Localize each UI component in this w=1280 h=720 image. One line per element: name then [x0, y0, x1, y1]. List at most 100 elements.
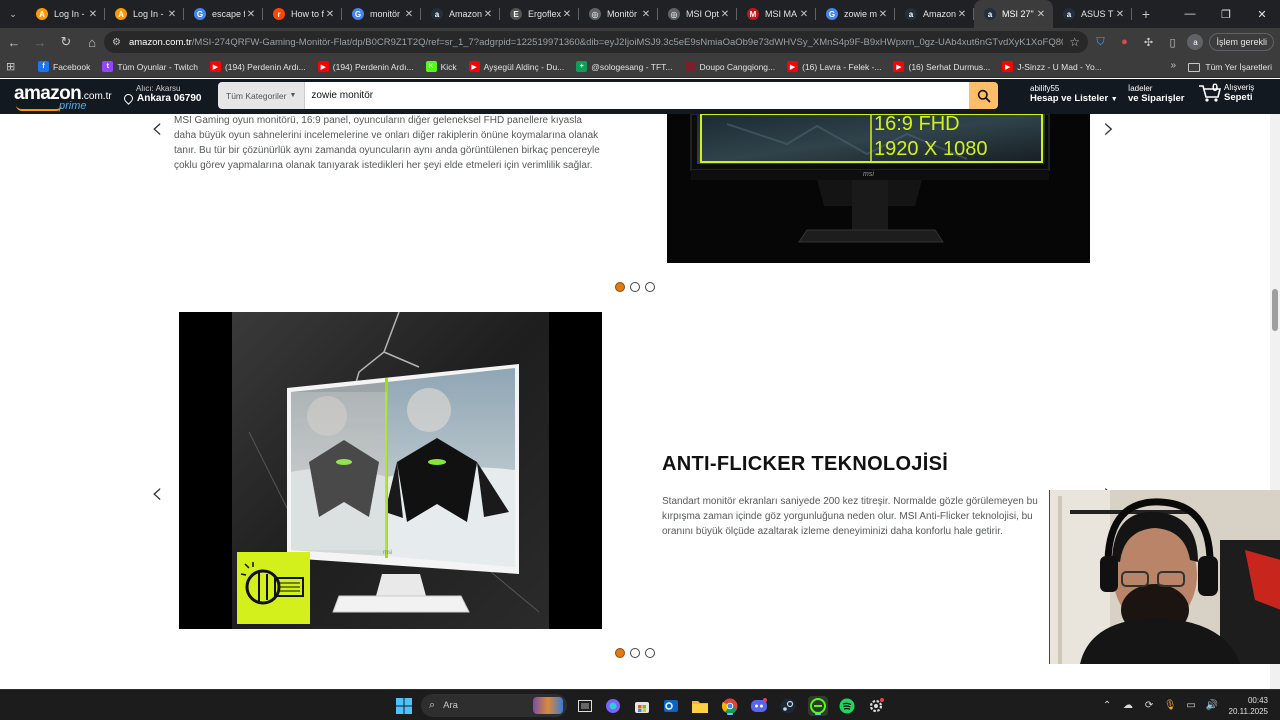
- search-button[interactable]: [969, 82, 998, 109]
- carousel-prev-arrow-icon[interactable]: ‹: [151, 114, 163, 144]
- url-text[interactable]: amazon.com.tr/MSI-274QRFW-Gaming-Monitör…: [129, 37, 1063, 48]
- home-icon[interactable]: ⌂: [80, 30, 104, 54]
- tray-overflow-icon[interactable]: ⌃: [1097, 700, 1118, 711]
- chrome-icon[interactable]: [720, 696, 740, 716]
- settings-gear-icon[interactable]: [866, 696, 886, 716]
- browser-tab[interactable]: Gescape f ✕: [184, 0, 263, 28]
- all-bookmarks-button[interactable]: Tüm Yer İşaretleri: [1188, 56, 1272, 78]
- bookmark-item[interactable]: ▶ (16) Serhat Durmus...: [893, 61, 990, 72]
- search-category-select[interactable]: Tüm Kategoriler ▼: [218, 82, 306, 109]
- close-tab-icon[interactable]: ✕: [166, 9, 178, 20]
- browser-tab[interactable]: a Amazon. ✕: [421, 0, 500, 28]
- deliver-to[interactable]: Alıcı: Akarsu Ankara 06790: [122, 84, 202, 105]
- browser-tab[interactable]: A Log In - ✕: [26, 0, 105, 28]
- browser-tab[interactable]: Gzowie m ✕: [816, 0, 895, 28]
- extensions-puzzle-icon[interactable]: ✣: [1139, 33, 1157, 51]
- browser-tab[interactable]: ◎ Monitör ✕: [579, 0, 658, 28]
- volume-icon[interactable]: 🔊: [1202, 700, 1223, 711]
- minimize-icon[interactable]: —: [1172, 0, 1208, 28]
- browser-tab[interactable]: a ASUS TU✕: [1053, 0, 1132, 28]
- carousel-next-arrow-icon[interactable]: ›: [1103, 114, 1115, 144]
- cart-button[interactable]: 0 Alışveriş Sepeti: [1198, 82, 1254, 103]
- app-green-icon[interactable]: [808, 696, 828, 716]
- browser-tab[interactable]: Gmonitör ✕: [342, 0, 421, 28]
- address-bar[interactable]: ⚙ amazon.com.tr/MSI-274QRFW-Gaming-Monit…: [104, 31, 1088, 53]
- side-panel-icon[interactable]: ▯: [1163, 33, 1181, 51]
- search-input[interactable]: zowie monitör: [305, 82, 969, 109]
- bookmark-item[interactable]: + @sologesang - TFT...: [576, 61, 673, 72]
- browser-tab[interactable]: a MSI 27" ✕: [974, 0, 1053, 28]
- back-arrow-icon[interactable]: ←: [2, 30, 26, 54]
- windows-start-icon[interactable]: [394, 696, 414, 716]
- browser-tab[interactable]: ◎ MSI Opt ✕: [658, 0, 737, 28]
- close-tab-icon[interactable]: ✕: [719, 9, 731, 20]
- bookmark-item[interactable]: ▶ (194) Perdenin Ardı...: [317, 61, 414, 72]
- bookmark-item[interactable]: t Tüm Oyunlar - Twitch: [102, 61, 198, 72]
- close-tab-icon[interactable]: ✕: [87, 9, 99, 20]
- reload-icon[interactable]: ↻: [54, 30, 78, 54]
- bookmark-item[interactable]: ▶ J-Sinzz - U Mad - Yo...: [1002, 61, 1102, 72]
- maximize-icon[interactable]: ❐: [1208, 0, 1244, 28]
- outlook-icon[interactable]: [661, 696, 681, 716]
- carousel-dot[interactable]: [645, 282, 655, 292]
- tab-search-menu-icon[interactable]: ⌄: [0, 0, 26, 28]
- microphone-icon[interactable]: 🎙: [1160, 700, 1181, 711]
- taskbar-search[interactable]: ⌕ Ara: [421, 694, 567, 717]
- extension-badge-icon[interactable]: ●: [1115, 33, 1133, 51]
- bookmark-item[interactable]: ▶ Ayşegül Aldinç - Du...: [468, 61, 564, 72]
- site-info-icon[interactable]: ⚙: [112, 37, 121, 48]
- task-view-icon[interactable]: [575, 696, 595, 716]
- close-tab-icon[interactable]: ✕: [798, 9, 810, 20]
- carousel-prev-arrow-icon[interactable]: ‹: [151, 479, 163, 509]
- carousel-dot[interactable]: [615, 282, 625, 292]
- network-icon[interactable]: ▭: [1181, 700, 1202, 711]
- carousel-dot[interactable]: [630, 648, 640, 658]
- bookmark-item[interactable]: f Facebook: [38, 61, 90, 72]
- carousel-dot[interactable]: [615, 648, 625, 658]
- close-tab-icon[interactable]: ✕: [561, 9, 573, 20]
- bookmark-item[interactable]: Doupo Cangqiong...: [684, 61, 775, 72]
- close-tab-icon[interactable]: ✕: [324, 9, 336, 20]
- bookmark-item[interactable]: ▶ (194) Perdenin Ardı...: [209, 61, 306, 72]
- close-tab-icon[interactable]: ✕: [1035, 9, 1047, 20]
- clock[interactable]: 00:43 20.11.2025: [1223, 695, 1280, 717]
- amazon-logo[interactable]: amazon.com.tr prime: [14, 83, 112, 112]
- action-needed-button[interactable]: İşlem gerekli: [1209, 33, 1274, 51]
- microsoft-store-icon[interactable]: [632, 696, 652, 716]
- profile-avatar[interactable]: a: [1187, 34, 1204, 50]
- discord-icon[interactable]: [749, 696, 769, 716]
- tray-sync-icon[interactable]: ⟳: [1139, 700, 1160, 711]
- close-tab-icon[interactable]: ✕: [403, 9, 415, 20]
- close-window-icon[interactable]: ✕: [1244, 0, 1280, 28]
- browser-tab[interactable]: a Amazon ✕: [895, 0, 974, 28]
- close-tab-icon[interactable]: ✕: [245, 9, 257, 20]
- close-tab-icon[interactable]: ✕: [1114, 9, 1126, 20]
- close-tab-icon[interactable]: ✕: [640, 9, 652, 20]
- carousel-dot[interactable]: [630, 282, 640, 292]
- shield-extension-icon[interactable]: ⛉: [1091, 33, 1109, 51]
- copilot-icon[interactable]: [603, 696, 623, 716]
- spotify-icon[interactable]: [837, 696, 857, 716]
- tray-app-icon[interactable]: ☁: [1118, 700, 1139, 711]
- account-lists[interactable]: abilify55 Hesap ve Listeler ▼: [1030, 84, 1118, 104]
- returns-orders[interactable]: İadeler ve Siparişler: [1128, 84, 1185, 104]
- forward-arrow-icon[interactable]: →: [28, 30, 52, 54]
- bookmark-label: J-Sinzz - U Mad - Yo...: [1017, 61, 1102, 72]
- browser-tab[interactable]: E Ergoflex ✕: [500, 0, 579, 28]
- close-tab-icon[interactable]: ✕: [877, 9, 889, 20]
- file-explorer-icon[interactable]: [690, 696, 710, 716]
- close-tab-icon[interactable]: ✕: [956, 9, 968, 20]
- more-bookmarks-icon[interactable]: »: [1170, 60, 1176, 71]
- new-tab-button[interactable]: +: [1132, 0, 1160, 28]
- carousel-dot[interactable]: [645, 648, 655, 658]
- bookmark-star-icon[interactable]: ☆: [1069, 35, 1080, 49]
- close-tab-icon[interactable]: ✕: [482, 9, 494, 20]
- scrollbar-thumb[interactable]: [1272, 289, 1278, 331]
- apps-grid-icon[interactable]: ⊞: [6, 60, 26, 73]
- bookmark-item[interactable]: K Kick: [425, 61, 457, 72]
- browser-tab[interactable]: A Log In - ✕: [105, 0, 184, 28]
- browser-tab[interactable]: M MSI MA ✕: [737, 0, 816, 28]
- steam-icon[interactable]: [778, 696, 798, 716]
- bookmark-item[interactable]: ▶ (16) Lavra - Felek -...: [787, 61, 881, 72]
- browser-tab[interactable]: r How to f ✕: [263, 0, 342, 28]
